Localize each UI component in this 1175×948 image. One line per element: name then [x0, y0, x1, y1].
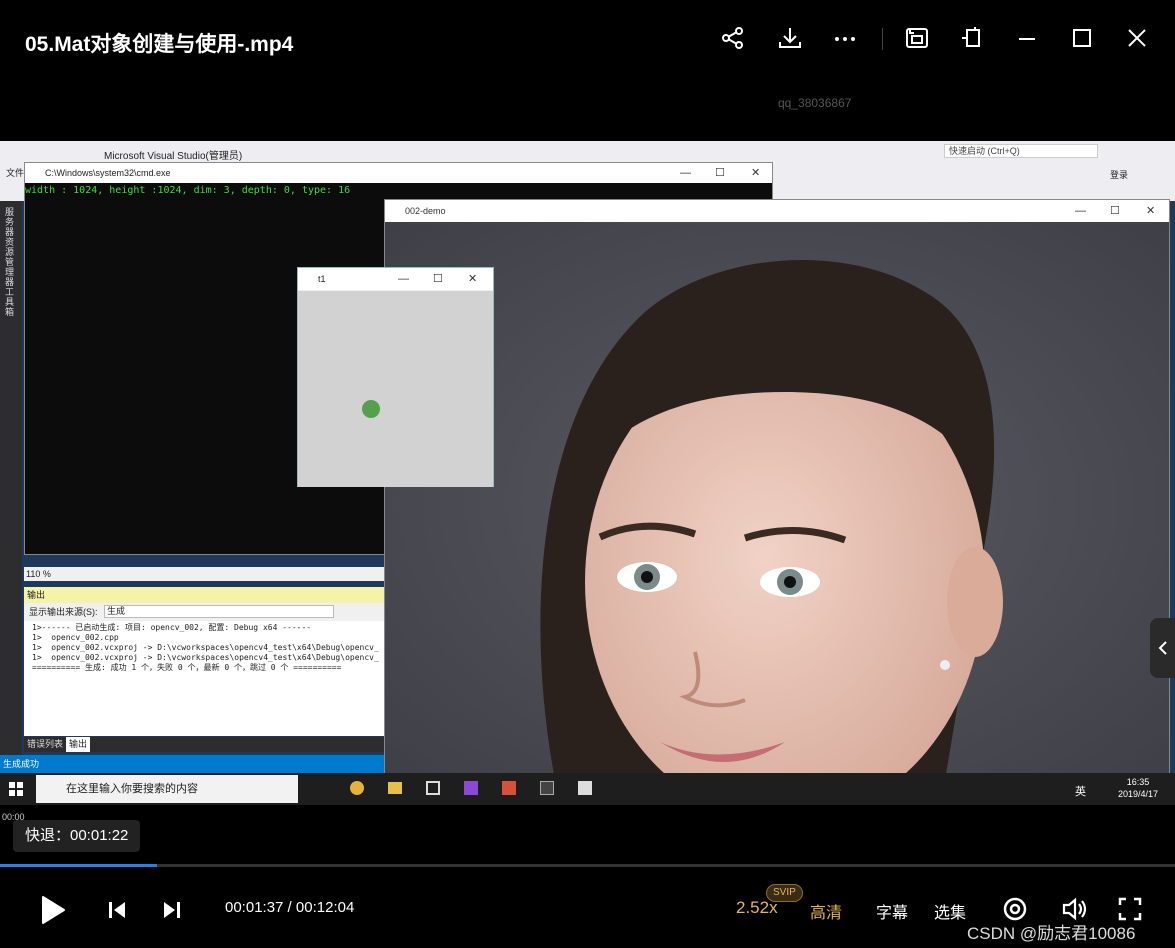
close-icon[interactable]: [1121, 22, 1153, 54]
taskbar-search-text: 在这里输入你要搜索的内容: [66, 783, 198, 795]
video-player: 05.Mat对象创建与使用-.mp4 qq_38036867 Microsoft…: [0, 0, 1175, 948]
play-button[interactable]: [36, 891, 70, 929]
output-line: 1> opencv_002.vcxproj -> D:\vcworkspaces…: [32, 653, 379, 662]
output-line: 1> opencv_002.vcxproj -> D:\vcworkspaces…: [32, 643, 379, 652]
output-source-label: 显示输出来源(S):: [29, 607, 98, 617]
output-line: ========== 生成: 成功 1 个，失败 0 个，最新 0 个，跳过 0…: [32, 663, 342, 672]
cmd-close-icon: ✕: [751, 167, 761, 179]
windows-start-icon: [8, 781, 24, 797]
clock-time: 16:35: [1126, 777, 1150, 787]
current-time: 00:01:37: [225, 899, 284, 916]
time-display: 00:01:37 / 00:12:04: [225, 899, 355, 916]
vs-menu-file: 文件: [6, 168, 25, 178]
output-tabs: 错误列表 输出: [24, 737, 384, 752]
cmd-maximize-icon: ☐: [715, 167, 725, 179]
picture-in-picture-icon[interactable]: [901, 22, 933, 54]
toolbar-divider: [882, 28, 883, 50]
side-panel-toggle[interactable]: [1150, 618, 1175, 678]
total-time: 00:12:04: [295, 899, 355, 916]
t1-window: t1 — ☐ ✕: [297, 267, 494, 487]
tab-output: 输出: [66, 737, 91, 752]
seek-tooltip: 快退：00:01:22: [13, 820, 141, 852]
minimize-icon[interactable]: [1011, 22, 1043, 54]
maximize-icon[interactable]: [1066, 22, 1098, 54]
green-circle: [362, 400, 380, 418]
svip-badge: SVIP: [766, 884, 803, 902]
episodes-button[interactable]: 选集: [934, 899, 966, 923]
cmd-title-bar: C:\Windows\system32\cmd.exe — ☐ ✕: [25, 163, 772, 183]
t1-canvas: [298, 291, 493, 487]
demo-window: 002-demo — ☐ ✕: [384, 199, 1170, 779]
output-line: 1>------ 已启动生成: 项目: opencv_002, 配置: Debu…: [32, 623, 312, 632]
chevron-left-icon: [1158, 641, 1167, 655]
pin-icon[interactable]: [956, 22, 988, 54]
portrait-photo: [385, 222, 1169, 778]
ime-indicator: 英: [1075, 786, 1086, 798]
demo-maximize-icon: ☐: [1110, 205, 1120, 217]
explorer-icon: [388, 782, 402, 794]
next-button[interactable]: [159, 896, 185, 924]
demo-minimize-icon: —: [1075, 205, 1086, 217]
t1-maximize-icon: ☐: [433, 273, 443, 285]
download-icon[interactable]: [774, 22, 806, 54]
taskbar-search: 在这里输入你要搜索的内容: [36, 775, 298, 803]
quality-button[interactable]: 高清: [810, 899, 842, 923]
demo-title-bar: 002-demo — ☐ ✕: [385, 200, 1169, 222]
vs-side-panel-label: 服务器资源管理器 工具箱: [5, 207, 15, 317]
title-bar: 05.Mat对象创建与使用-.mp4: [0, 0, 1175, 80]
cmd-title: C:\Windows\system32\cmd.exe: [45, 168, 171, 178]
vs-status-bar: 生成成功: [0, 755, 384, 773]
vs-side-panel: 服务器资源管理器 工具箱: [0, 201, 22, 761]
tab-error-list: 错误列表: [27, 739, 64, 749]
output-line: 1> opencv_002.cpp: [32, 633, 119, 642]
video-frame[interactable]: Microsoft Visual Studio(管理员) 文件 快速启动 (Ct…: [0, 141, 1175, 805]
demo-title: 002-demo: [405, 206, 446, 216]
more-icon[interactable]: [829, 22, 861, 54]
user-watermark: qq_38036867: [778, 96, 852, 110]
vs-quick-launch: 快速启动 (Ctrl+Q): [944, 144, 1098, 158]
previous-button[interactable]: [104, 896, 130, 924]
play-icon: [42, 896, 65, 924]
progress-fill: [0, 864, 158, 867]
taskbar-clock: 16:35 2019/4/17: [1118, 776, 1158, 800]
chrome-icon: [350, 781, 364, 795]
calendar-icon: [426, 781, 440, 795]
subtitles-button[interactable]: 字幕: [876, 899, 908, 923]
csdn-watermark: CSDN @励志君10086: [967, 924, 1136, 943]
skip-next-icon: [164, 902, 180, 918]
vs-login: 登录: [1110, 170, 1129, 180]
windows-taskbar: 在这里输入你要搜索的内容 英 16:35 2019/4/17: [0, 773, 1175, 805]
t1-title: t1: [318, 274, 326, 284]
visual-studio-icon: [464, 781, 478, 795]
output-source-select: 生成: [104, 605, 334, 618]
output-log: 1>------ 已启动生成: 项目: opencv_002, 配置: Debu…: [24, 621, 384, 736]
output-panel-header: 输出: [24, 587, 384, 603]
vs-zoom-level: 110 %: [24, 567, 384, 581]
demo-close-icon: ✕: [1146, 205, 1156, 217]
output-toolbar: 显示输出来源(S): 生成: [24, 603, 384, 621]
video-title: 05.Mat对象创建与使用-.mp4: [25, 33, 294, 56]
vs-window-title: Microsoft Visual Studio(管理员): [104, 151, 243, 162]
office-icon: [502, 781, 516, 795]
t1-close-icon: ✕: [468, 273, 478, 285]
t1-minimize-icon: —: [398, 273, 409, 285]
window-app-icon: [578, 781, 592, 795]
cmd-minimize-icon: —: [680, 167, 691, 179]
cmd-output: width : 1024, height :1024, dim: 3, dept…: [25, 185, 351, 196]
share-icon[interactable]: [717, 22, 749, 54]
clock-date: 2019/4/17: [1118, 789, 1159, 799]
t1-title-bar: t1 — ☐ ✕: [298, 268, 493, 290]
skip-previous-icon: [109, 902, 125, 918]
console-icon: [540, 781, 554, 795]
progress-bar[interactable]: [0, 864, 1175, 867]
